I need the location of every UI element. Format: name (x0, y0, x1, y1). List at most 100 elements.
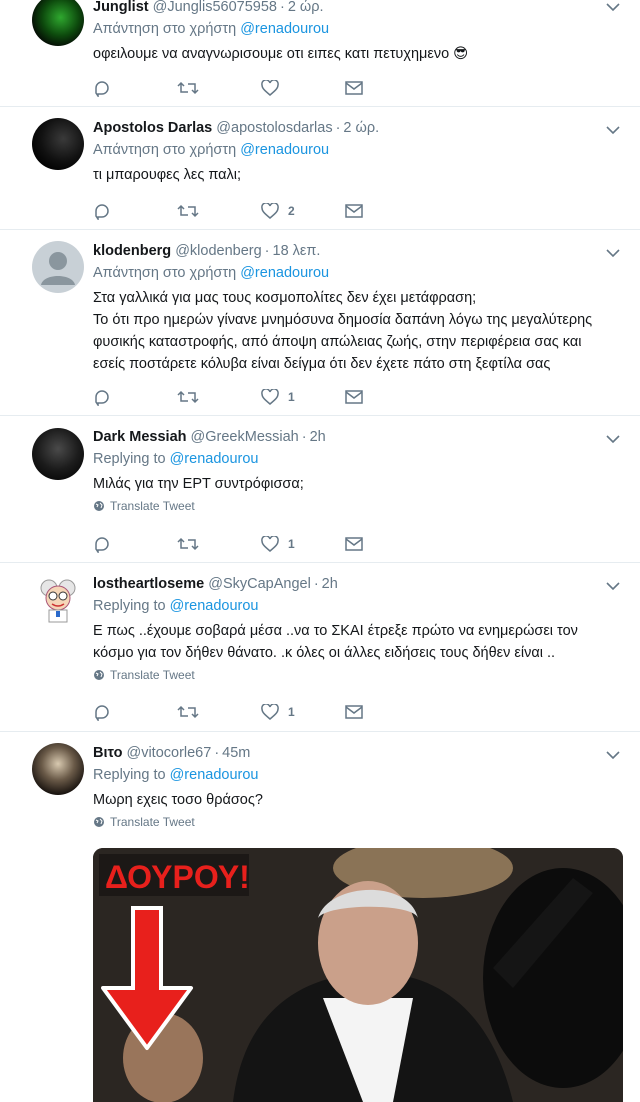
mention-link[interactable]: @renadourou (170, 451, 259, 467)
dm-button[interactable] (345, 390, 429, 404)
avatar[interactable] (32, 118, 84, 170)
chevron-down-icon[interactable] (606, 434, 620, 444)
reply-context: Replying to @renadourou (93, 448, 620, 470)
tweet[interactable]: Apostolos Darlas @apostolosdarlas · 2 ώρ. … (0, 107, 640, 230)
retweet-button[interactable] (177, 80, 261, 96)
text-line: φυσικής καταστροφής, από άποψη απώλειας … (93, 334, 582, 350)
timestamp[interactable]: 45m (222, 745, 250, 761)
display-name[interactable]: Dark Messiah (93, 429, 187, 445)
translate-tweet-link[interactable]: Translate Tweet (93, 666, 620, 684)
display-name[interactable]: klodenberg (93, 243, 171, 259)
reply-icon (95, 204, 109, 220)
tweet[interactable]: klodenberg @klodenberg · 18 λεπ. Απάντηση … (0, 230, 640, 416)
reply-prefix: Replying to (93, 451, 166, 467)
like-button[interactable]: 1 (261, 536, 345, 552)
mention-link[interactable]: @renadourou (170, 598, 259, 614)
timestamp[interactable]: 2 ώρ. (288, 0, 324, 15)
tweet-actions: 1 (93, 533, 429, 555)
like-button[interactable]: 2 (261, 203, 345, 219)
text-line: Το ότι προ ημερών γίνανε μνημόσυνα δημοσ… (93, 312, 593, 328)
reply-button[interactable] (93, 202, 177, 220)
retweet-icon (177, 705, 199, 719)
reply-prefix: Replying to (93, 598, 166, 614)
retweet-icon (177, 537, 199, 551)
reply-prefix: Απάντηση στο χρήστη (93, 142, 237, 158)
user-handle[interactable]: @vitocorle67 (126, 745, 211, 761)
dm-button[interactable] (345, 204, 429, 218)
mention-link[interactable]: @renadourou (170, 767, 259, 783)
reply-button[interactable] (93, 703, 177, 721)
retweet-button[interactable] (177, 203, 261, 219)
tweet-header: Apostolos Darlas @apostolosdarlas · 2 ώρ. (93, 117, 620, 139)
display-name[interactable]: lostheartloseme (93, 576, 204, 592)
tweet-actions: 1 (93, 386, 429, 408)
avatar[interactable] (32, 0, 84, 46)
avatar[interactable] (32, 241, 84, 293)
tweet[interactable]: lostheartloseme @SkyCapAngel · 2h Replying… (0, 563, 640, 732)
retweet-icon (177, 204, 199, 218)
timestamp[interactable]: 2 ώρ. (343, 120, 379, 136)
user-handle[interactable]: @Junglis56075958 (153, 0, 277, 15)
reply-button[interactable] (93, 535, 177, 553)
globe-icon (94, 501, 104, 511)
mention-link[interactable]: @renadourou (240, 21, 329, 37)
timestamp[interactable]: 2h (310, 429, 326, 445)
like-button[interactable]: 1 (261, 704, 345, 720)
chevron-down-icon[interactable] (606, 2, 620, 12)
translate-tweet-link[interactable]: Translate Tweet (93, 813, 620, 831)
envelope-icon (345, 81, 363, 95)
display-name[interactable]: Apostolos Darlas (93, 120, 212, 136)
envelope-icon (345, 204, 363, 218)
tweet-media-image[interactable]: ΔΟΥΡΟΥ! (93, 848, 623, 1102)
user-handle[interactable]: @apostolosdarlas (216, 120, 332, 136)
chevron-down-icon[interactable] (606, 125, 620, 135)
display-name[interactable]: Junglist (93, 0, 149, 15)
reply-prefix: Replying to (93, 767, 166, 783)
translate-tweet-link[interactable]: Translate Tweet (93, 497, 620, 515)
dm-button[interactable] (345, 705, 429, 719)
tweet-actions: 1 (93, 701, 429, 723)
avatar[interactable] (32, 428, 84, 480)
timestamp[interactable]: 2h (322, 576, 338, 592)
translate-label: Translate Tweet (110, 668, 195, 682)
like-button[interactable] (261, 80, 345, 96)
text-line: κόσμο για τον δήθεν θάνατο. .κ όλες οι ά… (93, 645, 556, 661)
dm-button[interactable] (345, 537, 429, 551)
tweet-header: Dark Messiah @GreekMessiah · 2h (93, 426, 620, 448)
reply-button[interactable] (93, 79, 177, 97)
mention-link[interactable]: @renadourou (240, 265, 329, 281)
reply-context: Απάντηση στο χρήστη @renadourou (93, 262, 620, 284)
retweet-button[interactable] (177, 536, 261, 552)
like-count: 2 (288, 204, 295, 218)
tweet[interactable]: Dark Messiah @GreekMessiah · 2h Replying t… (0, 416, 640, 563)
user-handle[interactable]: @SkyCapAngel (208, 576, 311, 592)
reply-icon (95, 705, 109, 721)
user-handle[interactable]: @GreekMessiah (191, 429, 299, 445)
tweet-text: Μιλάς για την ΕΡΤ συντρόφισσα; (93, 476, 304, 492)
chevron-down-icon[interactable] (606, 248, 620, 258)
tweet-actions (93, 77, 429, 99)
tweet-header: klodenberg @klodenberg · 18 λεπ. (93, 240, 620, 262)
retweet-button[interactable] (177, 704, 261, 720)
globe-icon (94, 817, 104, 827)
like-button[interactable]: 1 (261, 389, 345, 405)
retweet-icon (177, 390, 199, 404)
dm-button[interactable] (345, 81, 429, 95)
media-caption: ΔΟΥΡΟΥ! (105, 859, 250, 895)
timestamp[interactable]: 18 λεπ. (273, 243, 321, 259)
retweet-button[interactable] (177, 389, 261, 405)
avatar[interactable] (32, 574, 84, 626)
reply-button[interactable] (93, 388, 177, 406)
tweet-actions: 2 (93, 200, 429, 222)
reply-icon (95, 390, 109, 406)
photo-illustration: ΔΟΥΡΟΥ! (93, 848, 623, 1102)
reply-context: Απάντηση στο χρήστη @renadourou (93, 139, 620, 161)
chevron-down-icon[interactable] (606, 750, 620, 760)
tweet[interactable]: Junglist @Junglis56075958 · 2 ώρ. Απάντηση… (0, 0, 640, 107)
mention-link[interactable]: @renadourou (240, 142, 329, 158)
avatar[interactable] (32, 743, 84, 795)
display-name[interactable]: Βιτο (93, 745, 122, 761)
chevron-down-icon[interactable] (606, 581, 620, 591)
like-count: 1 (288, 705, 295, 719)
user-handle[interactable]: @klodenberg (175, 243, 261, 259)
